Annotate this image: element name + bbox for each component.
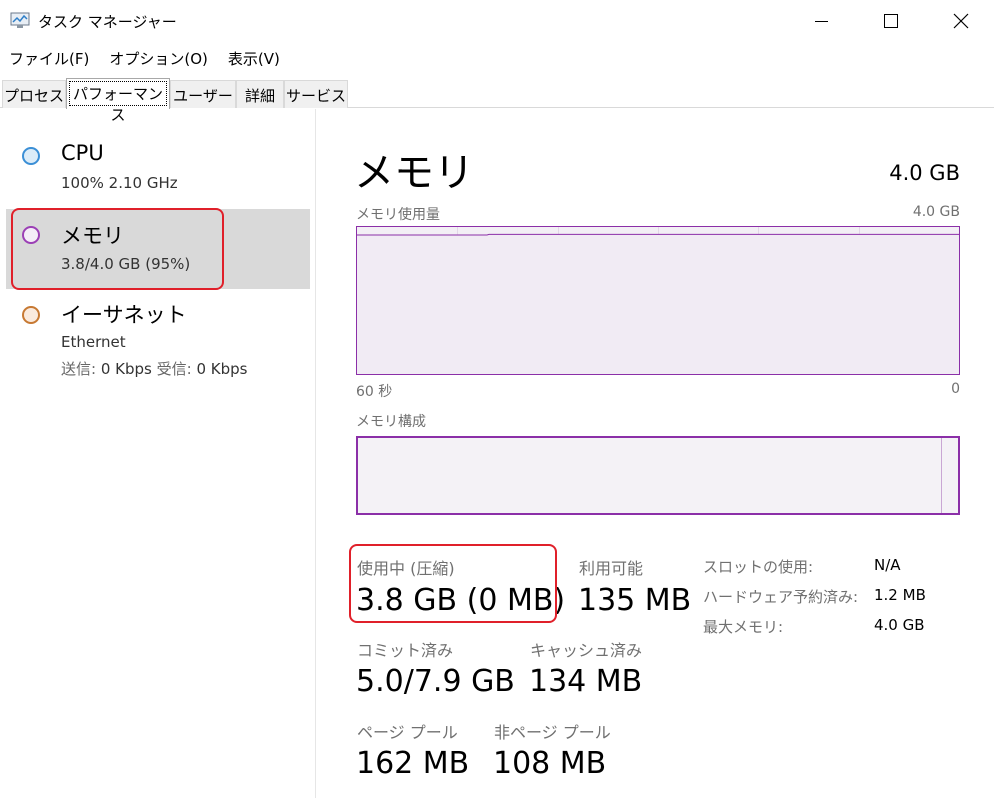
- minimize-button[interactable]: [786, 0, 856, 42]
- memory-usage-graph: [356, 226, 960, 375]
- available-value: 135 MB: [578, 583, 692, 618]
- resource-name: CPU: [61, 141, 104, 165]
- highlight-box: [349, 544, 557, 623]
- max-memory-value: 4.0 GB: [874, 616, 925, 634]
- slots-value: N/A: [874, 556, 901, 574]
- menu-view[interactable]: 表示(V): [219, 44, 291, 72]
- hw-reserved-value: 1.2 MB: [874, 586, 926, 604]
- menu-bar: ファイル(F) オプション(O) 表示(V): [0, 44, 291, 72]
- committed-label: コミット済み: [357, 641, 454, 660]
- tab-services[interactable]: サービス: [284, 80, 348, 108]
- resource-name: イーサネット: [61, 303, 187, 327]
- task-manager-icon: [10, 11, 30, 29]
- title-bar: タスク マネージャー: [0, 0, 994, 42]
- total-memory: 4.0 GB: [889, 161, 960, 185]
- usage-graph-label: メモリ使用量: [356, 207, 440, 223]
- tab-details[interactable]: 詳細: [236, 80, 284, 108]
- menu-options[interactable]: オプション(O): [100, 44, 219, 72]
- maximize-button[interactable]: [856, 0, 926, 42]
- send-value: 0 Kbps: [100, 360, 152, 378]
- cached-value: 134 MB: [529, 664, 643, 699]
- menu-file[interactable]: ファイル(F): [0, 44, 100, 72]
- usage-graph-max: 4.0 GB: [912, 204, 960, 220]
- memory-composition-bar: [356, 436, 960, 515]
- max-memory-label: 最大メモリ:: [703, 618, 784, 636]
- highlight-box: [11, 208, 224, 290]
- cpu-indicator-icon: [22, 147, 40, 165]
- slots-label: スロットの使用:: [703, 558, 814, 576]
- axis-right-label: 0: [951, 381, 960, 397]
- committed-value: 5.0/7.9 GB: [356, 664, 515, 699]
- tab-performance[interactable]: パフォーマンス: [66, 78, 170, 124]
- usage-area: [357, 234, 959, 374]
- composition-label: メモリ構成: [356, 414, 426, 430]
- nonpaged-pool-label: 非ページ プール: [494, 723, 611, 742]
- tab-users[interactable]: ユーザー: [170, 80, 236, 108]
- resource-cpu[interactable]: CPU 100% 2.10 GHz: [6, 139, 310, 199]
- ethernet-indicator-icon: [22, 306, 40, 324]
- cached-label: キャッシュ済み: [530, 641, 643, 660]
- resource-detail: Ethernet: [61, 333, 126, 351]
- tab-bar: プロセス パフォーマンス ユーザー 詳細 サービス: [0, 78, 994, 124]
- tab-processes[interactable]: プロセス: [2, 80, 66, 108]
- receive-label: 受信:: [156, 360, 192, 378]
- page-title: メモリ: [354, 150, 474, 196]
- paged-pool-value: 162 MB: [356, 746, 470, 781]
- send-label: 送信:: [61, 360, 97, 378]
- composition-divider: [941, 438, 942, 513]
- hw-reserved-label: ハードウェア予約済み:: [703, 588, 859, 606]
- resource-detail: 100% 2.10 GHz: [61, 174, 178, 192]
- close-button[interactable]: [926, 0, 994, 42]
- window-title: タスク マネージャー: [38, 13, 177, 31]
- resource-throughput: 送信: 0 Kbps 受信: 0 Kbps: [61, 358, 248, 379]
- axis-left-label: 60 秒: [356, 384, 393, 400]
- receive-value: 0 Kbps: [196, 360, 248, 378]
- nonpaged-pool-value: 108 MB: [493, 746, 607, 781]
- available-label: 利用可能: [579, 559, 644, 578]
- paged-pool-label: ページ プール: [357, 723, 458, 742]
- resource-ethernet[interactable]: イーサネット Ethernet 送信: 0 Kbps 受信: 0 Kbps: [6, 295, 310, 385]
